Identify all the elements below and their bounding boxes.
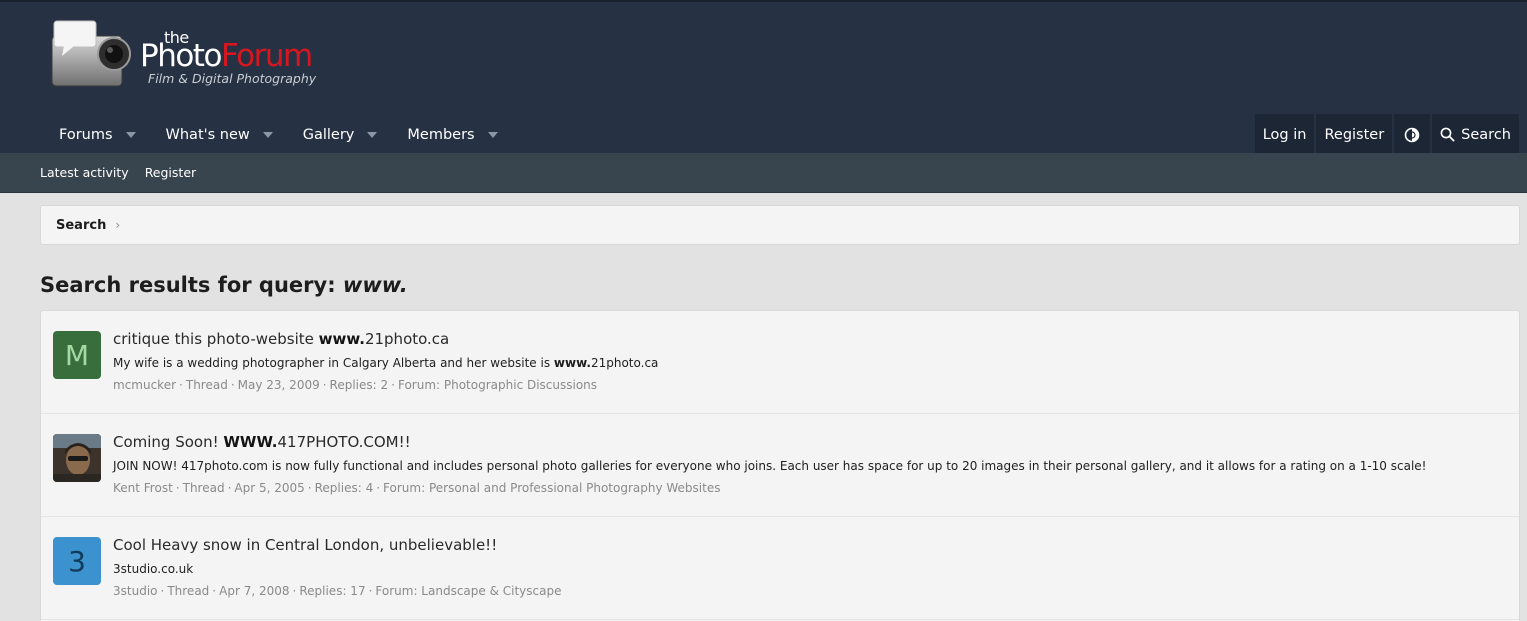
style-toggle-button[interactable] bbox=[1394, 114, 1431, 155]
search-icon bbox=[1440, 127, 1455, 142]
nav-tab-whats-new[interactable]: What's new bbox=[155, 114, 284, 155]
result-item: M critique this photo-website www.21phot… bbox=[41, 311, 1519, 414]
page-title: Search results for query: www. bbox=[40, 273, 408, 297]
result-item: 3 Cool Heavy snow in Central London, unb… bbox=[41, 517, 1519, 620]
main-nav: Forums What's new Gallery Members bbox=[48, 114, 509, 155]
result-replies: Replies: 17 bbox=[299, 584, 366, 598]
result-item: Coming Soon! WWW.417PHOTO.COM!! JOIN NOW… bbox=[41, 414, 1519, 517]
result-replies: Replies: 4 bbox=[314, 481, 374, 495]
result-date[interactable]: Apr 7, 2008 bbox=[219, 584, 289, 598]
result-snippet: 3studio.co.uk bbox=[113, 562, 194, 576]
avatar[interactable] bbox=[53, 434, 101, 482]
nav-tab-label: Forums bbox=[59, 126, 113, 143]
account-nav: Log in Register Search bbox=[1253, 114, 1519, 155]
result-forum-link[interactable]: Forum: Landscape & Cityscape bbox=[375, 584, 561, 598]
chevron-down-icon[interactable] bbox=[367, 131, 378, 138]
search-query: www. bbox=[342, 273, 408, 297]
result-title-link[interactable]: critique this photo-website www.21photo.… bbox=[113, 330, 449, 348]
login-button[interactable]: Log in bbox=[1254, 114, 1315, 155]
chevron-down-icon[interactable] bbox=[487, 131, 498, 138]
result-date[interactable]: May 23, 2009 bbox=[238, 378, 320, 392]
site-logo[interactable]: the PhotoForum Film & Digital Photograph… bbox=[48, 18, 338, 94]
search-button[interactable]: Search bbox=[1432, 114, 1519, 155]
contrast-icon bbox=[1404, 127, 1420, 142]
result-author-link[interactable]: mcmucker bbox=[113, 378, 176, 392]
result-type: Thread bbox=[167, 584, 210, 598]
chevron-right-icon: › bbox=[115, 218, 121, 232]
page-title-prefix: Search results for query: bbox=[40, 273, 343, 297]
result-title-link[interactable]: Cool Heavy snow in Central London, unbel… bbox=[113, 536, 497, 554]
result-meta: mcmucker · Thread · May 23, 2009 · Replies: 2 ·… bbox=[113, 378, 598, 392]
subnav-register[interactable]: Register bbox=[145, 165, 196, 180]
result-meta: Kent Frost · Thread · Apr 5, 2005 · Replies: 4… bbox=[113, 481, 721, 495]
logo-tagline: Film & Digital Photography bbox=[148, 71, 317, 86]
breadcrumb: Search › bbox=[40, 205, 1520, 245]
register-button[interactable]: Register bbox=[1316, 114, 1393, 155]
search-button-label: Search bbox=[1461, 126, 1511, 143]
avatar[interactable]: M bbox=[53, 331, 101, 379]
nav-tab-members[interactable]: Members bbox=[396, 114, 508, 155]
chevron-down-icon[interactable] bbox=[262, 131, 273, 138]
result-title-link[interactable]: Coming Soon! WWW.417PHOTO.COM!! bbox=[113, 433, 411, 451]
camera-logo-icon bbox=[51, 20, 131, 87]
search-results: M critique this photo-website www.21phot… bbox=[40, 310, 1520, 621]
site-header: the PhotoForum Film & Digital Photograph… bbox=[0, 0, 1527, 155]
subnav-latest-activity[interactable]: Latest activity bbox=[40, 165, 129, 180]
logo-wordmark: PhotoForum bbox=[140, 38, 313, 74]
nav-tab-gallery[interactable]: Gallery bbox=[292, 114, 389, 155]
result-forum-link[interactable]: Forum: Personal and Professional Photogr… bbox=[383, 481, 720, 495]
result-author-link[interactable]: 3studio bbox=[113, 584, 158, 598]
result-author-link[interactable]: Kent Frost bbox=[113, 481, 173, 495]
result-date[interactable]: Apr 5, 2005 bbox=[234, 481, 304, 495]
result-snippet: My wife is a wedding photographer in Cal… bbox=[113, 356, 659, 370]
result-type: Thread bbox=[182, 481, 225, 495]
result-replies: Replies: 2 bbox=[329, 378, 389, 392]
result-snippet: JOIN NOW! 417photo.com is now fully func… bbox=[113, 459, 1427, 473]
nav-tab-label: What's new bbox=[165, 126, 250, 143]
result-forum-link[interactable]: Forum: Photographic Discussions bbox=[398, 378, 597, 392]
user-photo-avatar bbox=[53, 434, 101, 482]
result-meta: 3studio · Thread · Apr 7, 2008 · Replies: 17 · F… bbox=[113, 584, 562, 598]
avatar[interactable]: 3 bbox=[53, 537, 101, 585]
breadcrumb-search[interactable]: Search bbox=[56, 218, 106, 233]
nav-tab-label: Gallery bbox=[302, 126, 355, 143]
nav-tab-label: Members bbox=[407, 126, 475, 143]
sub-nav: Latest activity Register bbox=[0, 153, 1527, 193]
chevron-down-icon[interactable] bbox=[125, 131, 136, 138]
result-type: Thread bbox=[185, 378, 228, 392]
nav-tab-forums[interactable]: Forums bbox=[48, 114, 147, 155]
